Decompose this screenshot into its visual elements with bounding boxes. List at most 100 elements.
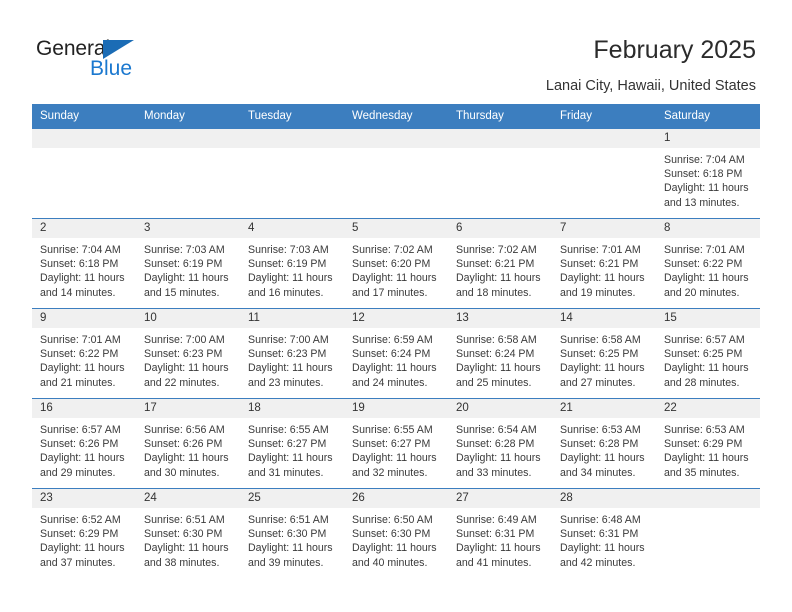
- weekday-header-row: Sunday Monday Tuesday Wednesday Thursday…: [32, 104, 760, 129]
- calendar-day-cell[interactable]: 7 Sunrise: 7:01 AM Sunset: 6:21 PM Daylight…: [552, 218, 656, 309]
- calendar-day-cell[interactable]: 1 Sunrise: 7:04 AM Sunset: 6:18 PM Daylight…: [656, 128, 760, 219]
- sunrise-text: Sunrise: 6:53 AM: [560, 424, 641, 436]
- day-number: 27: [448, 489, 552, 508]
- daylight-text: Daylight: 11 hours and 25 minutes.: [456, 362, 541, 389]
- calendar-day-cell[interactable]: 28 Sunrise: 6:48 AM Sunset: 6:31 PM Dayligh…: [552, 488, 656, 579]
- sunset-text: Sunset: 6:29 PM: [664, 438, 743, 451]
- day-number: 10: [136, 309, 240, 328]
- sunset-text: Sunset: 6:18 PM: [40, 258, 119, 271]
- day-number: 13: [448, 309, 552, 328]
- page-title: February 2025: [593, 36, 756, 64]
- calendar-day-cell[interactable]: 9 Sunrise: 7:01 AM Sunset: 6:22 PM Daylight…: [32, 308, 136, 399]
- logo-text-blue: Blue: [90, 57, 133, 80]
- sunset-text: Sunset: 6:18 PM: [664, 168, 743, 181]
- day-cell-details: Sunrise: 7:01 AM Sunset: 6:22 PM Daylight:…: [656, 238, 760, 300]
- day-cell-details: Sunrise: 7:00 AM Sunset: 6:23 PM Daylight:…: [240, 328, 344, 390]
- calendar-day-cell[interactable]: 17 Sunrise: 6:56 AM Sunset: 6:26 PM Dayligh…: [136, 398, 240, 489]
- calendar-day-cell[interactable]: 3 Sunrise: 7:03 AM Sunset: 6:19 PM Daylight…: [136, 218, 240, 309]
- calendar-day-cell[interactable]: 22 Sunrise: 6:53 AM Sunset: 6:29 PM Dayligh…: [656, 398, 760, 489]
- calendar-day-cell[interactable]: 2 Sunrise: 7:04 AM Sunset: 6:18 PM Daylight…: [32, 218, 136, 309]
- day-cell-details: Sunrise: 6:49 AM Sunset: 6:31 PM Daylight:…: [448, 508, 552, 570]
- sunrise-text: Sunrise: 6:54 AM: [456, 424, 537, 436]
- daylight-text: Daylight: 11 hours and 28 minutes.: [664, 362, 749, 389]
- day-cell-details: Sunrise: 7:03 AM Sunset: 6:19 PM Daylight:…: [240, 238, 344, 300]
- sunset-text: Sunset: 6:26 PM: [40, 438, 119, 451]
- calendar-day-cell[interactable]: 8 Sunrise: 7:01 AM Sunset: 6:22 PM Daylight…: [656, 218, 760, 309]
- sunrise-text: Sunrise: 7:02 AM: [456, 244, 537, 256]
- sunrise-text: Sunrise: 6:51 AM: [248, 514, 329, 526]
- calendar-day-cell[interactable]: 20 Sunrise: 6:54 AM Sunset: 6:28 PM Dayligh…: [448, 398, 552, 489]
- calendar-day-cell[interactable]: 26 Sunrise: 6:50 AM Sunset: 6:30 PM Dayligh…: [344, 488, 448, 579]
- day-number-band: [656, 489, 760, 508]
- sunset-text: Sunset: 6:22 PM: [40, 348, 119, 361]
- day-number: 26: [344, 489, 448, 508]
- sunrise-text: Sunrise: 6:48 AM: [560, 514, 641, 526]
- calendar-day-cell[interactable]: 12 Sunrise: 6:59 AM Sunset: 6:24 PM Dayligh…: [344, 308, 448, 399]
- day-number: 25: [240, 489, 344, 508]
- sunrise-text: Sunrise: 6:58 AM: [456, 334, 537, 346]
- calendar-day-cell[interactable]: 4 Sunrise: 7:03 AM Sunset: 6:19 PM Daylight…: [240, 218, 344, 309]
- calendar-week-row: 23 Sunrise: 6:52 AM Sunset: 6:29 PM Dayligh…: [32, 488, 760, 579]
- sunset-text: Sunset: 6:21 PM: [560, 258, 639, 271]
- calendar-day-cell[interactable]: 21 Sunrise: 6:53 AM Sunset: 6:28 PM Dayligh…: [552, 398, 656, 489]
- daylight-text: Daylight: 11 hours and 21 minutes.: [40, 362, 125, 389]
- daylight-text: Daylight: 11 hours and 31 minutes.: [248, 452, 333, 479]
- sunset-text: Sunset: 6:28 PM: [456, 438, 535, 451]
- day-cell-details: Sunrise: 6:52 AM Sunset: 6:29 PM Daylight:…: [32, 508, 136, 570]
- sunrise-text: Sunrise: 6:53 AM: [664, 424, 745, 436]
- day-number-band: [552, 129, 656, 148]
- day-cell-details: Sunrise: 6:56 AM Sunset: 6:26 PM Daylight:…: [136, 418, 240, 480]
- calendar-day-cell[interactable]: 6 Sunrise: 7:02 AM Sunset: 6:21 PM Daylight…: [448, 218, 552, 309]
- day-number: 8: [656, 219, 760, 238]
- day-cell-details: Sunrise: 6:55 AM Sunset: 6:27 PM Daylight:…: [344, 418, 448, 480]
- sunset-text: Sunset: 6:26 PM: [144, 438, 223, 451]
- daylight-text: Daylight: 11 hours and 38 minutes.: [144, 542, 229, 569]
- calendar-day-cell[interactable]: 15 Sunrise: 6:57 AM Sunset: 6:25 PM Dayligh…: [656, 308, 760, 399]
- day-cell-details: Sunrise: 7:01 AM Sunset: 6:21 PM Daylight:…: [552, 238, 656, 300]
- daylight-text: Daylight: 11 hours and 17 minutes.: [352, 272, 437, 299]
- day-cell-details: Sunrise: 7:04 AM Sunset: 6:18 PM Daylight:…: [656, 148, 760, 210]
- daylight-text: Daylight: 11 hours and 29 minutes.: [40, 452, 125, 479]
- calendar-day-cell-empty: [240, 128, 344, 219]
- sunrise-text: Sunrise: 7:03 AM: [248, 244, 329, 256]
- calendar-day-cell[interactable]: 11 Sunrise: 7:00 AM Sunset: 6:23 PM Dayligh…: [240, 308, 344, 399]
- day-cell-details: Sunrise: 6:58 AM Sunset: 6:25 PM Daylight:…: [552, 328, 656, 390]
- day-cell-details: Sunrise: 6:59 AM Sunset: 6:24 PM Daylight:…: [344, 328, 448, 390]
- calendar-week-row: 16 Sunrise: 6:57 AM Sunset: 6:26 PM Dayligh…: [32, 398, 760, 489]
- day-cell-details: Sunrise: 6:55 AM Sunset: 6:27 PM Daylight:…: [240, 418, 344, 480]
- sunset-text: Sunset: 6:30 PM: [144, 528, 223, 541]
- calendar-day-cell[interactable]: 5 Sunrise: 7:02 AM Sunset: 6:20 PM Daylight…: [344, 218, 448, 309]
- sunset-text: Sunset: 6:23 PM: [144, 348, 223, 361]
- calendar-day-cell[interactable]: 18 Sunrise: 6:55 AM Sunset: 6:27 PM Dayligh…: [240, 398, 344, 489]
- daylight-text: Daylight: 11 hours and 14 minutes.: [40, 272, 125, 299]
- daylight-text: Daylight: 11 hours and 22 minutes.: [144, 362, 229, 389]
- sunrise-text: Sunrise: 7:04 AM: [664, 154, 745, 166]
- daylight-text: Daylight: 11 hours and 40 minutes.: [352, 542, 437, 569]
- sunrise-sunset-calendar: Sunday Monday Tuesday Wednesday Thursday…: [32, 104, 760, 579]
- calendar-day-cell-empty: [136, 128, 240, 219]
- daylight-text: Daylight: 11 hours and 13 minutes.: [664, 182, 749, 209]
- calendar-day-cell[interactable]: 14 Sunrise: 6:58 AM Sunset: 6:25 PM Dayligh…: [552, 308, 656, 399]
- day-number: 23: [32, 489, 136, 508]
- sunset-text: Sunset: 6:23 PM: [248, 348, 327, 361]
- calendar-day-cell[interactable]: 10 Sunrise: 7:00 AM Sunset: 6:23 PM Dayligh…: [136, 308, 240, 399]
- day-number: 14: [552, 309, 656, 328]
- calendar-day-cell[interactable]: 13 Sunrise: 6:58 AM Sunset: 6:24 PM Dayligh…: [448, 308, 552, 399]
- daylight-text: Daylight: 11 hours and 34 minutes.: [560, 452, 645, 479]
- calendar-day-cell[interactable]: 16 Sunrise: 6:57 AM Sunset: 6:26 PM Dayligh…: [32, 398, 136, 489]
- calendar-day-cell[interactable]: 19 Sunrise: 6:55 AM Sunset: 6:27 PM Dayligh…: [344, 398, 448, 489]
- calendar-day-cell[interactable]: 27 Sunrise: 6:49 AM Sunset: 6:31 PM Dayligh…: [448, 488, 552, 579]
- day-number: 24: [136, 489, 240, 508]
- daylight-text: Daylight: 11 hours and 16 minutes.: [248, 272, 333, 299]
- day-number: 3: [136, 219, 240, 238]
- calendar-week-row: 9 Sunrise: 7:01 AM Sunset: 6:22 PM Daylight…: [32, 308, 760, 399]
- calendar-day-cell[interactable]: 24 Sunrise: 6:51 AM Sunset: 6:30 PM Dayligh…: [136, 488, 240, 579]
- day-number-band: [240, 129, 344, 148]
- day-number: 4: [240, 219, 344, 238]
- daylight-text: Daylight: 11 hours and 24 minutes.: [352, 362, 437, 389]
- daylight-text: Daylight: 11 hours and 18 minutes.: [456, 272, 541, 299]
- calendar-day-cell[interactable]: 23 Sunrise: 6:52 AM Sunset: 6:29 PM Dayligh…: [32, 488, 136, 579]
- daylight-text: Daylight: 11 hours and 20 minutes.: [664, 272, 749, 299]
- calendar-day-cell[interactable]: 25 Sunrise: 6:51 AM Sunset: 6:30 PM Dayligh…: [240, 488, 344, 579]
- calendar-body: 1 Sunrise: 7:04 AM Sunset: 6:18 PM Daylight…: [32, 128, 760, 579]
